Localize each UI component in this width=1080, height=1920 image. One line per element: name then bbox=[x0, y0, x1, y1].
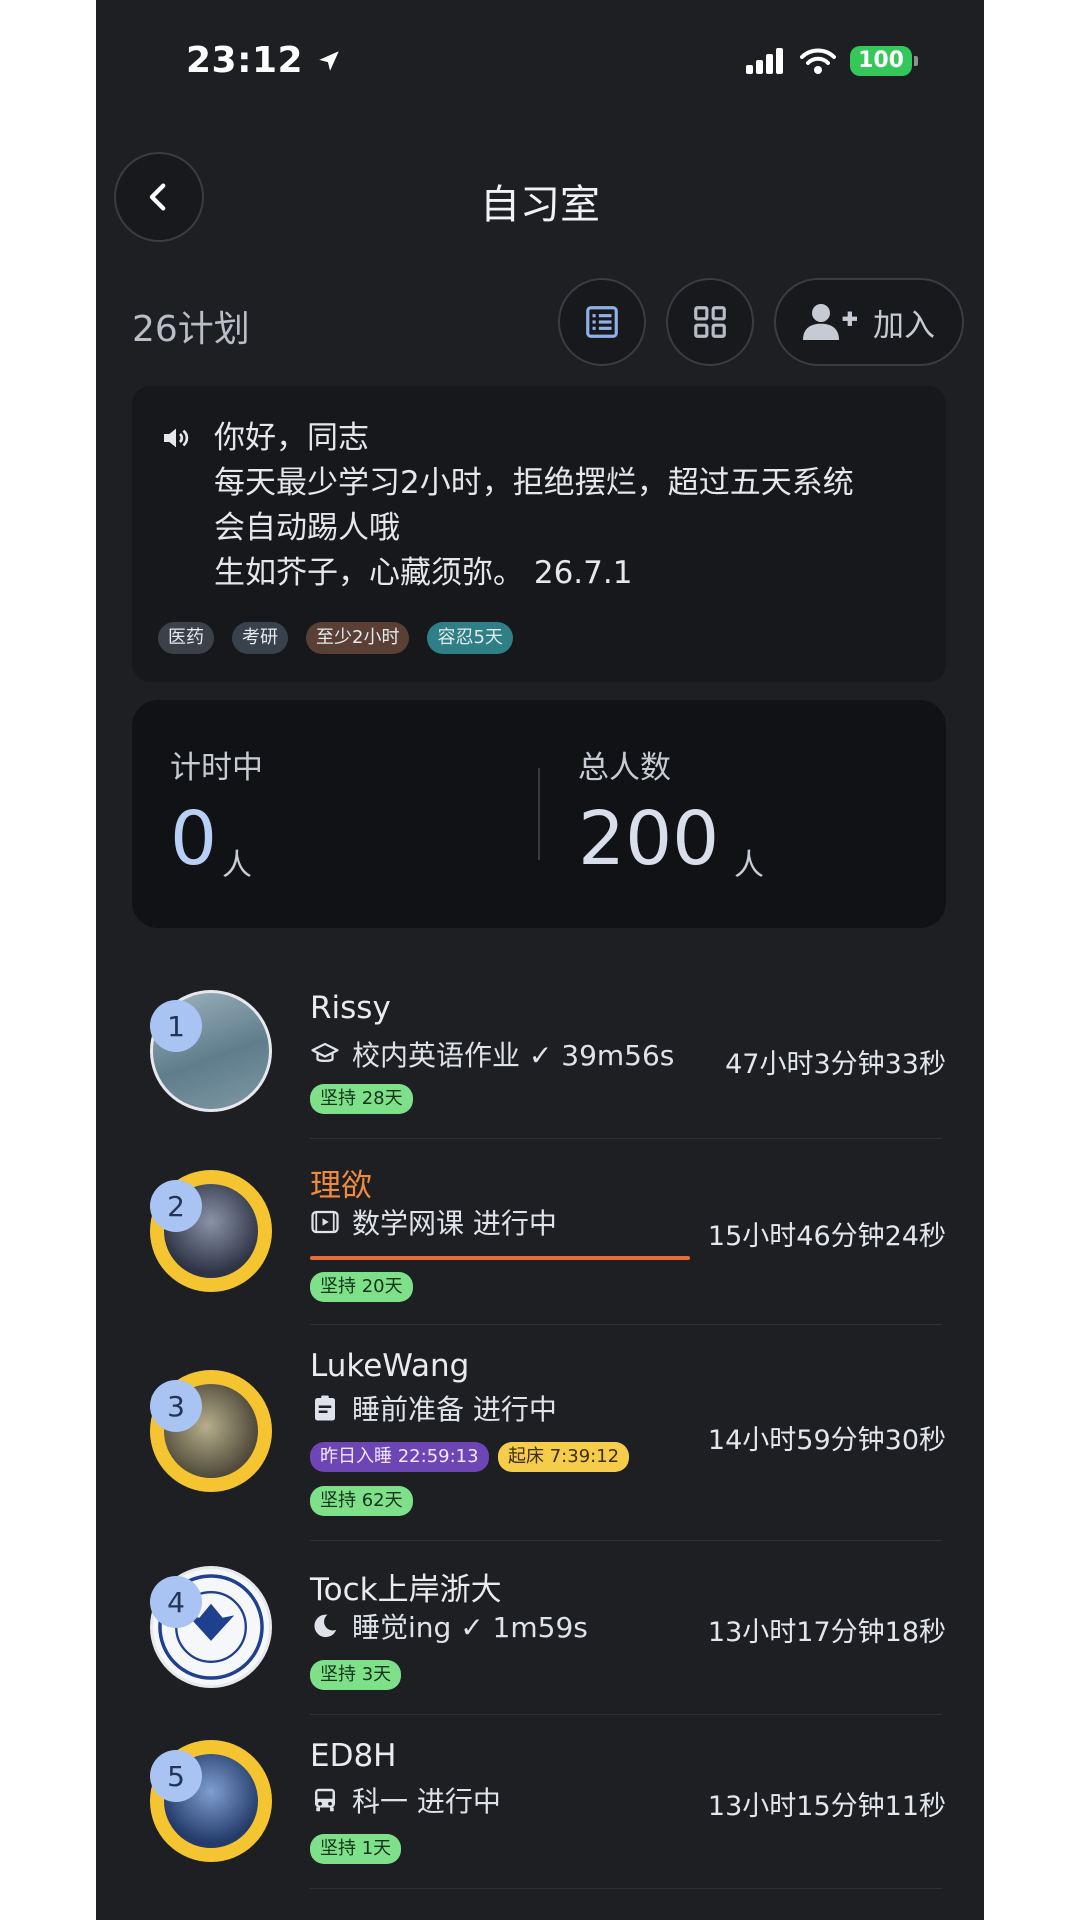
rank-badge: 1 bbox=[150, 1000, 202, 1052]
member-name: 理欲 bbox=[310, 1168, 372, 1204]
list-view-button[interactable] bbox=[558, 278, 646, 366]
plan-count: 26计划 bbox=[132, 309, 250, 350]
clipboard-icon bbox=[315, 1395, 335, 1421]
status-indicators: 100 bbox=[746, 46, 918, 76]
member-task: 数学网课 进行中 bbox=[310, 1202, 557, 1242]
stats-card: 计时中 0 人 总人数 200 人 bbox=[132, 700, 946, 928]
total-time: 15小时46分钟24秒 bbox=[707, 1221, 946, 1252]
total-unit: 人 bbox=[734, 848, 764, 883]
streak-badge: 坚持 3天 bbox=[310, 1660, 402, 1690]
total-value: 200 bbox=[578, 796, 720, 882]
notice-line: 会自动踢人哦 bbox=[214, 510, 400, 546]
rank-badge: 5 bbox=[150, 1750, 202, 1802]
notice-text: 你好，同志 每天最少学习2小时，拒绝摆烂，超过五天系统 会自动踢人哦 生如芥子，… bbox=[214, 416, 924, 596]
total-time: 13小时17分钟18秒 bbox=[707, 1617, 946, 1648]
signal-icon bbox=[746, 48, 784, 74]
location-arrow-icon bbox=[319, 51, 339, 71]
notice-line: 生如芥子，心藏须弥。 26.7.1 bbox=[214, 555, 633, 591]
tag-tolerance: 容忍5天 bbox=[427, 622, 513, 654]
row-divider bbox=[310, 1888, 942, 1889]
notice-line: 你好，同志 bbox=[214, 420, 369, 456]
status-time: 23:12 bbox=[186, 40, 342, 81]
row-divider bbox=[310, 1324, 942, 1325]
member-row[interactable]: 2 理欲 数学网课 进行中 15小时46分钟24秒 坚持 20天 bbox=[96, 1160, 984, 1320]
member-row[interactable]: 4 Tock上岸浙大 睡觉ing ✓ 1m59s 13小时17分钟18秒 坚持 … bbox=[96, 1562, 984, 1712]
row-divider bbox=[310, 1540, 942, 1541]
stats-divider bbox=[538, 768, 540, 860]
grid-view-icon bbox=[694, 306, 726, 338]
car-icon bbox=[315, 1788, 335, 1812]
task-text: 数学网课 进行中 bbox=[352, 1207, 557, 1240]
member-task: 校内英语作业 ✓ 39m56s bbox=[310, 1034, 674, 1074]
join-label: 加入 bbox=[873, 307, 935, 344]
member-task: 科一 进行中 bbox=[310, 1780, 501, 1820]
task-progress-bar bbox=[310, 1256, 690, 1260]
task-text: 睡前准备 进行中 bbox=[352, 1393, 557, 1426]
task-text: 校内英语作业 ✓ 39m56s bbox=[352, 1039, 675, 1072]
streak-badge: 坚持 1天 bbox=[310, 1834, 402, 1864]
notice-card: 你好，同志 每天最少学习2小时，拒绝摆烂，超过五天系统 会自动踢人哦 生如芥子，… bbox=[132, 386, 946, 682]
timing-value: 0 bbox=[170, 796, 218, 882]
total-time: 13小时15分钟11秒 bbox=[707, 1791, 946, 1822]
member-row[interactable]: 3 LukeWang 睡前准备 进行中 昨日入睡 22:59:13 起床 7:3… bbox=[96, 1346, 984, 1536]
member-name: LukeWang bbox=[310, 1348, 470, 1384]
streak-badge: 坚持 20天 bbox=[310, 1272, 413, 1302]
member-task: 睡觉ing ✓ 1m59s bbox=[310, 1606, 588, 1646]
speaker-icon bbox=[164, 428, 189, 448]
timing-label: 计时中 bbox=[170, 750, 263, 786]
tag-min-hours: 至少2小时 bbox=[306, 622, 410, 654]
page-title: 自习室 bbox=[480, 182, 600, 228]
member-name: ED8H bbox=[310, 1738, 397, 1774]
member-row[interactable]: 5 ED8H 科一 进行中 13小时15分钟11秒 坚持 1天 bbox=[96, 1736, 984, 1886]
member-name: Tock上岸浙大 bbox=[310, 1572, 502, 1608]
streak-badge: 坚持 62天 bbox=[310, 1486, 413, 1516]
row-divider bbox=[310, 1138, 942, 1139]
graduation-cap-icon bbox=[311, 1042, 339, 1062]
wake-time-badge: 起床 7:39:12 bbox=[498, 1442, 630, 1472]
battery-indicator: 100 bbox=[850, 46, 918, 76]
timing-unit: 人 bbox=[222, 848, 252, 883]
member-row[interactable]: 1 Rissy 校内英语作业 ✓ 39m56s 47小时3分钟33秒 坚持 28… bbox=[96, 980, 984, 1140]
task-text: 科一 进行中 bbox=[352, 1785, 501, 1818]
wifi-icon bbox=[800, 48, 837, 74]
add-user-icon bbox=[803, 304, 857, 340]
phone-screen: 23:12 100 自习室 26计划 加入 你好，同志 每天最少学习2小时，拒绝… bbox=[96, 0, 984, 1920]
join-button[interactable]: 加入 bbox=[774, 278, 964, 366]
row-divider bbox=[310, 1714, 942, 1715]
total-label: 总人数 bbox=[578, 750, 671, 786]
notice-tags: 医药 考研 至少2小时 容忍5天 bbox=[158, 622, 513, 654]
member-task: 睡前准备 进行中 bbox=[310, 1388, 557, 1428]
total-time: 14小时59分钟30秒 bbox=[707, 1425, 946, 1456]
list-view-icon bbox=[586, 306, 618, 338]
total-time: 47小时3分钟33秒 bbox=[725, 1049, 946, 1080]
rank-badge: 3 bbox=[150, 1380, 202, 1432]
rank-badge: 4 bbox=[150, 1576, 202, 1628]
rank-badge: 2 bbox=[150, 1180, 202, 1232]
moon-icon bbox=[314, 1614, 337, 1638]
video-icon bbox=[311, 1210, 339, 1234]
tag-postgrad: 考研 bbox=[232, 622, 288, 654]
grid-view-button[interactable] bbox=[666, 278, 754, 366]
member-name: Rissy bbox=[310, 990, 391, 1026]
sleep-time-badge: 昨日入睡 22:59:13 bbox=[310, 1442, 489, 1472]
task-text: 睡觉ing ✓ 1m59s bbox=[352, 1611, 588, 1644]
tag-pharma: 医药 bbox=[158, 622, 214, 654]
notice-line: 每天最少学习2小时，拒绝摆烂，超过五天系统 bbox=[214, 465, 854, 501]
streak-badge: 坚持 28天 bbox=[310, 1084, 413, 1114]
